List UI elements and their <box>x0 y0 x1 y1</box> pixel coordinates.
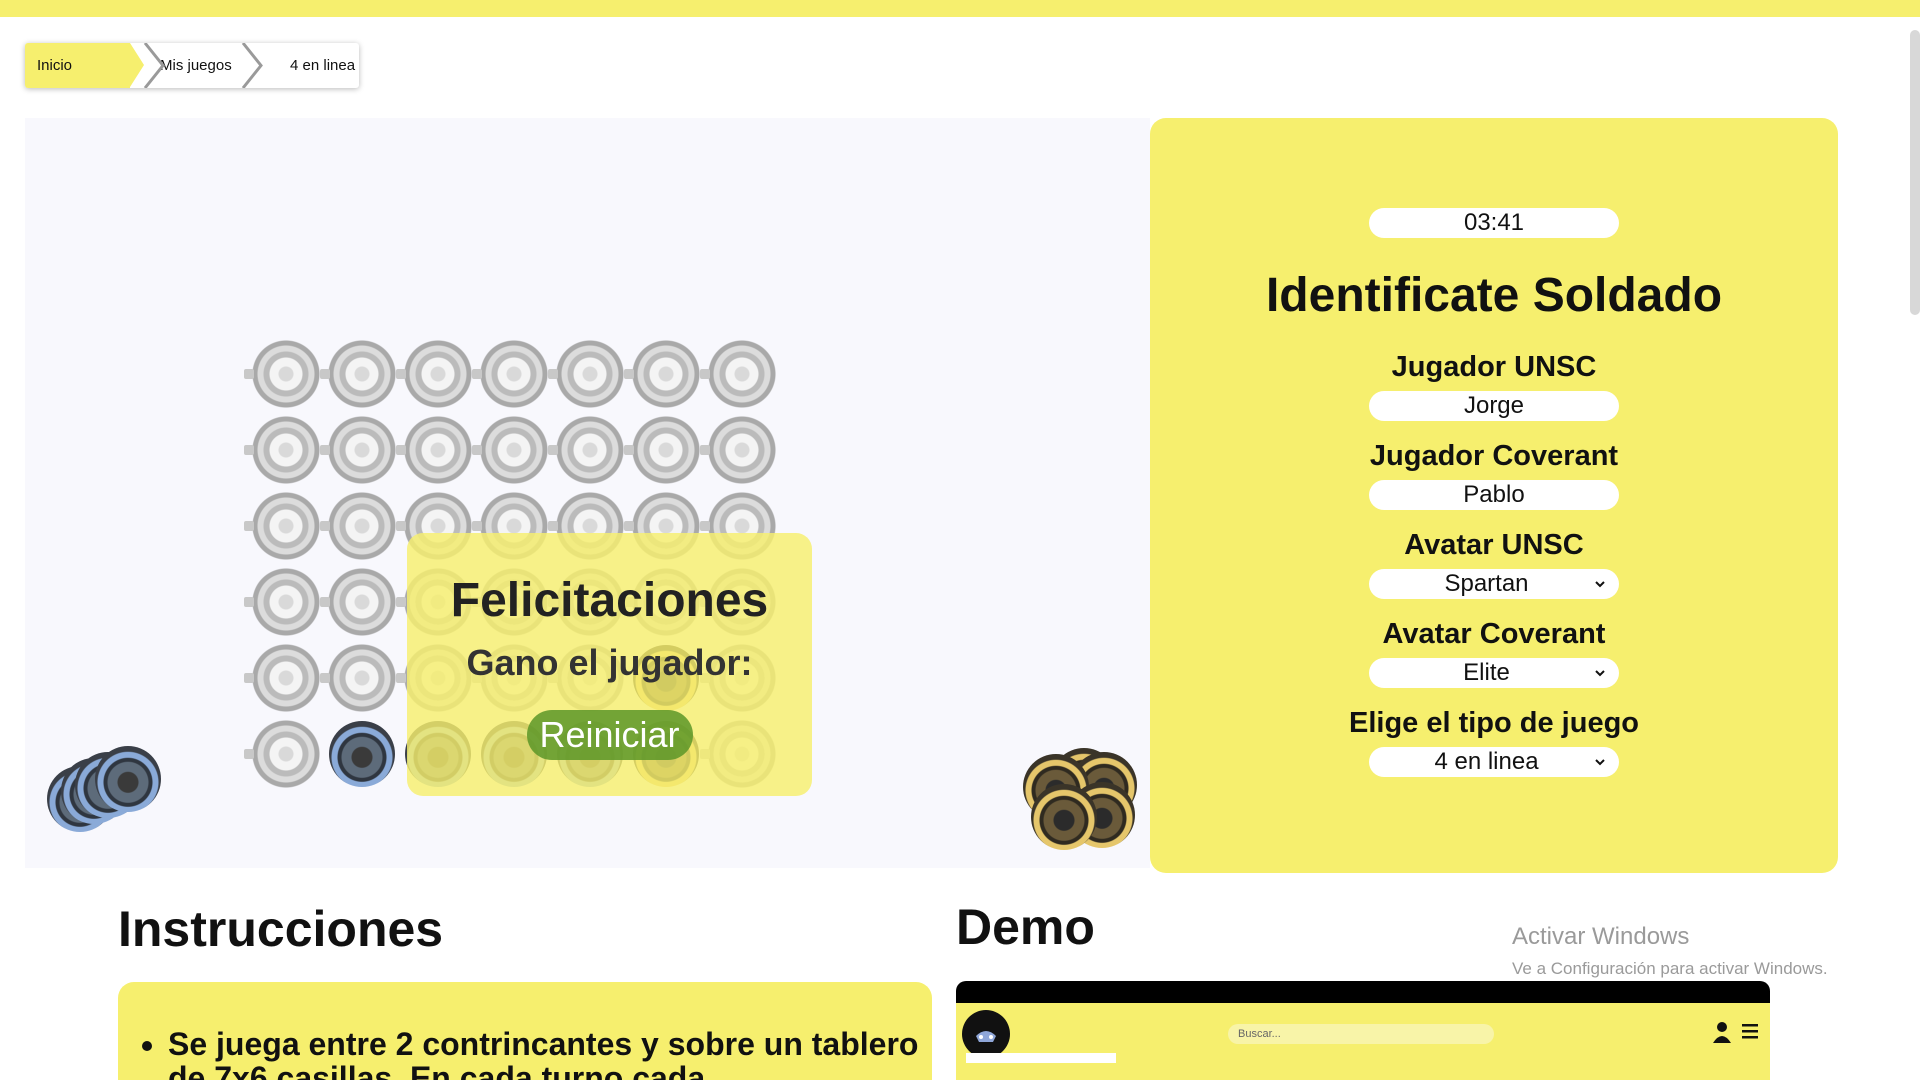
board-cell[interactable] <box>320 338 398 410</box>
windows-activation-watermark: Activar Windows Ve a Configuración para … <box>1512 923 1828 979</box>
demo-video[interactable]: Buscar... <box>956 981 1770 1080</box>
breadcrumb-separator-icon <box>143 43 165 88</box>
gametype-label: Elige el tipo de juego <box>1348 707 1640 739</box>
player2-label: Jugador Coverant <box>1369 440 1619 472</box>
board-cell[interactable] <box>244 414 322 486</box>
game-area: Felicitaciones Gano el jugador: Reinicia… <box>25 118 1150 868</box>
board-cell[interactable] <box>548 414 626 486</box>
gametype-select[interactable]: 4 en linea <box>1369 747 1619 777</box>
board-cell[interactable] <box>700 414 778 486</box>
board-cell[interactable] <box>244 566 322 638</box>
breadcrumb-separator-icon <box>241 43 263 88</box>
panel-title: Identificate Soldado <box>1265 269 1723 322</box>
avatar2-label: Avatar Coverant <box>1382 618 1606 650</box>
breadcrumb: Inicio Mis juegos 4 en linea <box>25 43 359 88</box>
logo-icon <box>962 1010 1010 1058</box>
menu-icon <box>1742 1024 1758 1039</box>
gametype-select-value: 4 en linea <box>1434 748 1539 775</box>
winner-popup: Felicitaciones Gano el jugador: Reinicia… <box>407 533 812 796</box>
chevron-down-icon <box>1595 581 1605 588</box>
board-cell[interactable] <box>320 490 398 562</box>
chevron-down-icon <box>1595 670 1605 677</box>
avatar1-select-value: Spartan <box>1444 570 1529 597</box>
popup-subtitle: Gano el jugador: <box>466 642 753 683</box>
board-cell[interactable] <box>472 338 550 410</box>
player1-input[interactable]: Jorge <box>1369 391 1619 421</box>
board-cell[interactable] <box>396 414 474 486</box>
avatar1-label: Avatar UNSC <box>1404 529 1584 561</box>
unsc-token[interactable] <box>329 721 395 787</box>
board-cell[interactable] <box>548 338 626 410</box>
popup-title: Felicitaciones <box>450 574 769 627</box>
instructions-box: Se juega entre 2 contrincantes y sobre u… <box>118 982 932 1080</box>
instructions-item: Se juega entre 2 contrincantes y sobre u… <box>168 1027 932 1080</box>
player2-input[interactable]: Pablo <box>1369 480 1619 510</box>
timer-display: 03:41 <box>1369 208 1619 238</box>
restart-button[interactable]: Reiniciar <box>526 710 693 760</box>
player1-label: Jugador UNSC <box>1391 351 1597 383</box>
board-cell[interactable] <box>244 490 322 562</box>
board-cell[interactable] <box>624 414 702 486</box>
top-accent-bar <box>0 0 1920 17</box>
player-setup-panel: 03:41 Identificate Soldado Jugador UNSC … <box>1150 118 1838 873</box>
breadcrumb-inicio[interactable]: Inicio <box>25 43 144 88</box>
board-cell[interactable] <box>320 566 398 638</box>
unsc-token-pile[interactable] <box>47 746 167 846</box>
board-cell[interactable] <box>320 414 398 486</box>
demo-heading: Demo <box>956 899 1095 955</box>
board-cell[interactable] <box>700 338 778 410</box>
demo-preview-header: Buscar... <box>956 1003 1770 1080</box>
board-cell[interactable] <box>320 642 398 714</box>
board-cell[interactable] <box>396 338 474 410</box>
board-cell[interactable] <box>472 414 550 486</box>
watermark-line1: Activar Windows <box>1512 923 1690 950</box>
coverant-token-pile[interactable] <box>1023 748 1143 853</box>
board-cell[interactable] <box>624 338 702 410</box>
avatar2-select[interactable]: Elite <box>1369 658 1619 688</box>
scrollbar[interactable] <box>1910 30 1920 315</box>
avatar1-select[interactable]: Spartan <box>1369 569 1619 599</box>
board-cell[interactable] <box>244 642 322 714</box>
instructions-heading: Instrucciones <box>118 901 444 957</box>
board-cell[interactable] <box>244 338 322 410</box>
watermark-line2: Ve a Configuración para activar Windows. <box>1512 959 1828 978</box>
unsc-token[interactable] <box>95 746 161 812</box>
coverant-token[interactable] <box>1031 784 1097 850</box>
breadcrumb-4-en-linea[interactable]: 4 en linea <box>265 43 359 88</box>
chevron-down-icon <box>1595 759 1605 766</box>
demo-breadcrumb-preview <box>966 1053 1116 1063</box>
user-icon <box>1713 1022 1731 1043</box>
demo-search-input: Buscar... <box>1228 1024 1494 1044</box>
board-cell[interactable] <box>244 718 322 790</box>
avatar2-select-value: Elite <box>1463 659 1510 686</box>
